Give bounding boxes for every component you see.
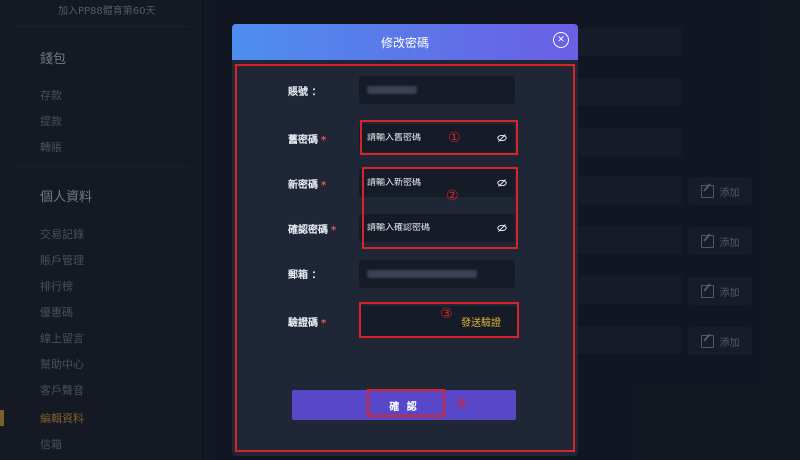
code-label: 驗證碼 *: [288, 318, 327, 329]
annotation-frame: [362, 167, 518, 249]
new-password-label: 新密碼 *: [288, 180, 327, 191]
annotation-frame: [360, 120, 518, 155]
change-password-modal: 修改密碼 ✕ 賬號 ： 舊密碼 * ① 新密碼 * 確認密碼 * ② 郵箱 ： 驗證碼…: [232, 24, 578, 456]
old-password-label: 舊密碼 *: [288, 135, 327, 146]
email-label: 郵箱 ：: [288, 270, 322, 281]
close-icon[interactable]: ✕: [553, 32, 569, 48]
annotation-number: ③: [440, 306, 453, 322]
masked-email: [367, 270, 477, 278]
modal-title: 修改密碼: [380, 35, 429, 50]
modal-header: 修改密碼 ✕: [232, 24, 578, 60]
annotation-number: ①: [448, 130, 461, 146]
annotation-number: ②: [446, 188, 459, 204]
annotation-frame: [367, 389, 445, 417]
account-label: 賬號 ：: [288, 87, 322, 98]
annotation-frame: [359, 302, 519, 338]
annotation-number: ④: [456, 396, 469, 412]
account-value: [359, 76, 515, 104]
email-value: [359, 260, 515, 288]
masked-account: [367, 86, 417, 94]
confirm-password-label: 確認密碼 *: [288, 225, 337, 236]
